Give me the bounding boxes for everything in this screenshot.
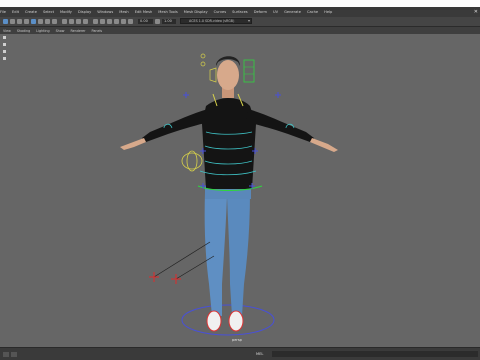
scale-tool-icon[interactable] [24,18,29,24]
menu-item-mesh-display[interactable]: Mesh Display [184,7,208,17]
snap-icon[interactable] [31,18,36,24]
left-hand [120,138,146,150]
scene-canvas [120,53,338,336]
panel-menu-bar: View Shading Lighting Show Renderer Pane… [0,27,480,34]
panel-menu-show[interactable]: Show [56,29,65,33]
right-upper-arm [246,109,314,142]
eye-control-right [200,61,206,67]
shaded-icon[interactable] [52,18,57,24]
xray-icon[interactable] [100,18,105,24]
exposure-icon[interactable] [155,18,160,24]
script-language-label[interactable]: MEL [256,352,263,356]
3d-viewport[interactable]: persp [0,34,480,347]
time-slider-icon[interactable] [3,352,9,357]
color-space-select-value: ACES 1.0 SDR-video (sRGB) [189,19,235,23]
frame-value-field[interactable]: 0.00 [138,18,153,24]
right-leg [227,192,250,316]
menu-item-mesh-tools[interactable]: Mesh Tools [158,7,177,17]
menu-item-modify[interactable]: Modify [60,7,72,17]
head [217,60,239,90]
panel-menu-lighting[interactable]: Lighting [36,29,49,33]
panel-menu-view[interactable]: View [3,29,11,33]
menu-item-create[interactable]: Create [25,7,37,17]
menu-item-mesh[interactable]: Mesh [119,7,128,17]
window-close-icon[interactable]: ✕ [474,7,478,17]
left-upper-arm [142,109,210,142]
gamma-value-field[interactable]: 1.00 [162,18,176,24]
rotate-tool-icon[interactable] [17,18,22,24]
camera-icon[interactable] [38,18,43,24]
menu-item-select[interactable]: Select [43,7,54,17]
eye-control-left [200,53,206,59]
menu-item-help[interactable]: Help [324,7,332,17]
move-tool-icon[interactable] [10,18,15,24]
menu-item-deform[interactable]: Deform [254,7,267,17]
panel-menu-renderer[interactable]: Renderer [70,29,85,33]
menu-item-file[interactable]: File [0,7,6,17]
shadows-icon[interactable] [83,18,88,24]
resolution-gate-icon[interactable] [114,18,119,24]
color-space-select[interactable]: ACES 1.0 SDR-video (sRGB) ▾ [180,18,252,24]
menu-item-uv[interactable]: UV [273,7,278,17]
right-shoe [228,310,244,332]
viewport-toolbar: 0.00 1.00 ACES 1.0 SDR-video (sRGB) ▾ [0,17,480,27]
maya-window: File Edit Create Select Modify Display W… [0,7,480,360]
menu-item-windows[interactable]: Windows [97,7,113,17]
menu-item-cache[interactable]: Cache [307,7,318,17]
root-control-circle [181,304,275,336]
menu-item-edit[interactable]: Edit [12,7,19,17]
camera-name-label: persp [232,338,242,342]
textured-icon[interactable] [69,18,74,24]
left-shoe [206,310,222,332]
menu-item-surfaces[interactable]: Surfaces [232,7,248,17]
xray-joints-icon[interactable] [107,18,112,24]
elbow-control [181,152,203,170]
right-hand [310,138,338,152]
lights-icon[interactable] [76,18,81,24]
isolate-icon[interactable] [93,18,98,24]
main-menu-bar: File Edit Create Select Modify Display W… [0,7,480,17]
wireframe-icon[interactable] [62,18,67,24]
menu-item-generate[interactable]: Generate [284,7,301,17]
gate-mask-icon[interactable] [121,18,126,24]
command-line-bar: MEL [0,347,480,360]
face-control-box [243,59,255,83]
menu-item-edit-mesh[interactable]: Edit Mesh [135,7,153,17]
select-tool-icon[interactable] [3,18,8,24]
menu-item-display[interactable]: Display [78,7,91,17]
chevron-down-icon: ▾ [247,18,250,23]
range-slider-icon[interactable] [11,352,17,357]
film-gate-icon[interactable] [128,18,133,24]
command-input[interactable] [272,351,478,357]
grid-icon[interactable] [45,18,50,24]
ik-handle-targets [149,272,181,284]
panel-menu-shading[interactable]: Shading [17,29,30,33]
panel-menu-panels[interactable]: Panels [92,29,103,33]
menu-item-curves[interactable]: Curves [214,7,226,17]
left-leg [204,192,227,316]
